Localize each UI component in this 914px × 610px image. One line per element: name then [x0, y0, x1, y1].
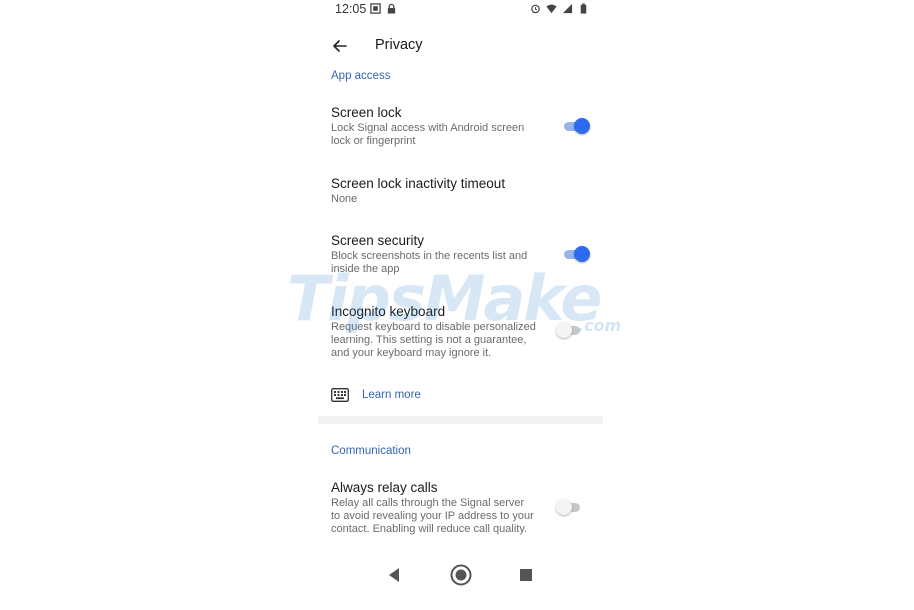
- pref-title: Screen lock inactivity timeout: [331, 176, 506, 191]
- home-circle-icon[interactable]: [449, 564, 473, 586]
- pref-incognito-keyboard[interactable]: Incognito keyboard Request keyboard to d…: [331, 303, 593, 360]
- pref-screen-lock-inactivity-timeout[interactable]: Screen lock inactivity timeout None: [331, 175, 593, 206]
- always-relay-calls-switch[interactable]: [556, 498, 584, 516]
- incognito-keyboard-switch[interactable]: [556, 321, 584, 339]
- pref-title: Screen lock: [331, 105, 402, 120]
- section-divider: [318, 416, 603, 424]
- recents-square-icon[interactable]: [518, 564, 534, 586]
- screen-lock-switch[interactable]: [562, 117, 590, 135]
- phone-screen: 12:05 Privacy App access Screen lock Loc…: [318, 0, 603, 610]
- pref-summary: Block screenshots in the recents list an…: [331, 250, 528, 275]
- pref-summary: Lock Signal access with Android screen l…: [331, 122, 525, 147]
- toolbar: Privacy: [318, 28, 603, 64]
- system-nav-bar: [318, 560, 603, 590]
- pref-title: Always relay calls: [331, 480, 438, 495]
- pref-title: Incognito keyboard: [331, 304, 446, 319]
- back-arrow-icon[interactable]: [330, 36, 350, 56]
- pref-summary: Relay all calls through the Signal serve…: [331, 497, 534, 535]
- pref-summary: None: [331, 193, 358, 205]
- pref-always-relay-calls[interactable]: Always relay calls Relay all calls throu…: [331, 479, 593, 536]
- pref-screen-security[interactable]: Screen security Block screenshots in the…: [331, 232, 593, 276]
- keyboard-icon: [331, 388, 349, 402]
- learn-more-label: Learn more: [362, 389, 421, 401]
- page-title: Privacy: [375, 37, 423, 53]
- pref-screen-lock[interactable]: Screen lock Lock Signal access with Andr…: [331, 104, 593, 148]
- pref-summary: Request keyboard to disable personalized…: [331, 321, 536, 359]
- screenshot-icon: [370, 3, 381, 14]
- learn-more-link[interactable]: Learn more: [331, 385, 593, 407]
- section-header-communication: Communication: [331, 445, 411, 457]
- section-header-app-access: App access: [331, 70, 391, 82]
- pref-title: Screen security: [331, 233, 425, 248]
- lock-icon: [387, 3, 396, 14]
- status-time: 12:05: [335, 2, 367, 16]
- screen-security-switch[interactable]: [562, 245, 590, 263]
- status-bar: 12:05: [318, 0, 603, 20]
- battery-icon: [580, 3, 587, 14]
- wifi-icon: [546, 4, 557, 14]
- alarm-icon: [531, 4, 540, 14]
- signal-icon: [562, 3, 573, 14]
- back-triangle-icon[interactable]: [386, 564, 402, 586]
